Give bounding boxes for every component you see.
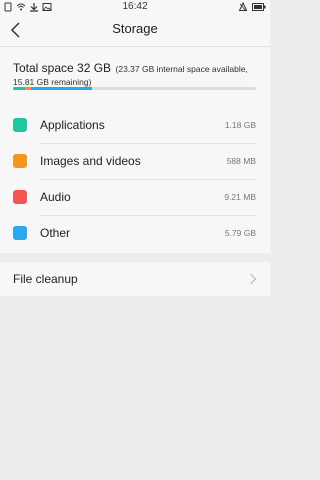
category-label: Audio: [40, 190, 71, 204]
applications-color-icon: [13, 118, 27, 132]
category-size: 588 MB: [226, 156, 256, 166]
usage-segment-applications: [13, 87, 25, 90]
category-size: 5.79 GB: [224, 228, 256, 238]
category-size: 9.21 MB: [224, 192, 256, 202]
other-color-icon: [13, 226, 27, 240]
status-bar: 16:42: [0, 0, 270, 14]
category-row-audio[interactable]: Audio 9.21 MB: [0, 180, 270, 216]
battery-icon: [252, 3, 266, 11]
audio-color-icon: [13, 190, 27, 204]
category-label: Images and videos: [40, 154, 141, 168]
usage-segment-other: [32, 87, 92, 90]
storage-summary: Total space 32 GB (23.37 GB internal spa…: [0, 46, 270, 108]
status-time: 16:42: [122, 1, 148, 12]
storage-summary-text: Total space 32 GB (23.37 GB internal spa…: [13, 62, 259, 88]
images-videos-color-icon: [13, 154, 27, 168]
total-space-label: Total space 32 GB: [13, 61, 112, 75]
chevron-right-icon: [250, 273, 257, 285]
category-size: 1.18 GB: [224, 120, 256, 130]
app-header: Storage: [0, 14, 270, 46]
category-label: Applications: [40, 118, 105, 132]
file-cleanup-label: File cleanup: [13, 272, 78, 286]
category-row-other[interactable]: Other 5.79 GB: [0, 216, 270, 252]
category-row-images-videos[interactable]: Images and videos 588 MB: [0, 144, 270, 180]
category-row-applications[interactable]: Applications 1.18 GB: [0, 108, 270, 144]
category-label: Other: [40, 226, 71, 240]
status-right-icons: [238, 2, 266, 12]
page-title: Storage: [112, 21, 158, 36]
file-cleanup-row[interactable]: File cleanup: [0, 262, 270, 296]
storage-usage-bar: [13, 87, 256, 90]
silent-icon: [238, 2, 248, 12]
category-list: Applications 1.18 GB Images and videos 5…: [0, 108, 270, 253]
